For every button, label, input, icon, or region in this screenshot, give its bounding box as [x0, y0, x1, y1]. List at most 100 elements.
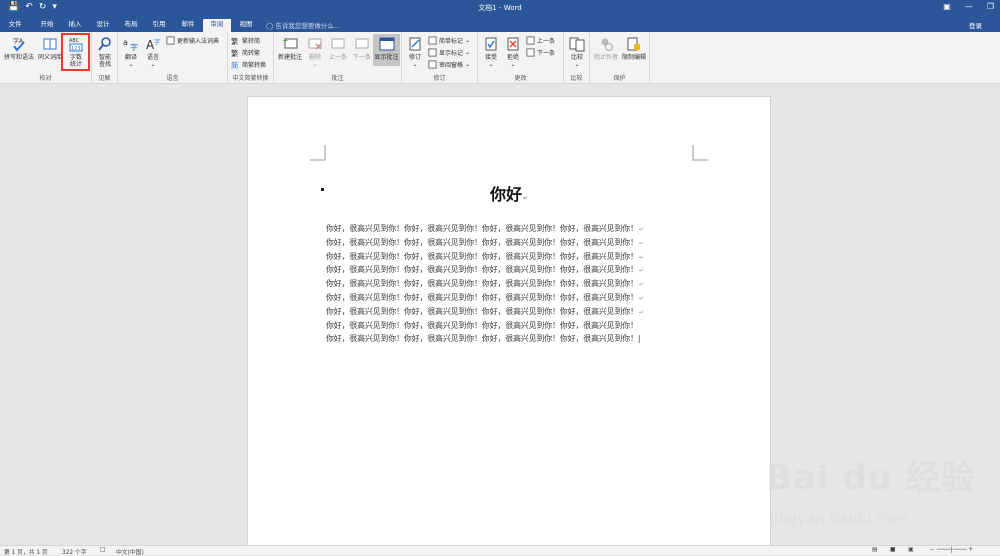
- track-changes-button[interactable]: 修订 ⌄: [404, 36, 426, 68]
- restrict-editing-button[interactable]: 限制编辑: [620, 36, 648, 61]
- reviewing-pane-button[interactable]: 审阅窗格 ⌄: [428, 60, 470, 69]
- title-bar: 💾 ↶ ↻ ▾ 文档1 - Word ▣ — ❐: [0, 0, 1000, 17]
- paragraph-mark: ↵: [638, 253, 644, 261]
- next-change-icon: [526, 48, 535, 57]
- svg-text:繁: 繁: [231, 49, 238, 57]
- document-body[interactable]: 你好，很高兴见到你！你好，很高兴见到你！你好，很高兴见到你！你好，很高兴见到你！…: [326, 223, 644, 347]
- previous-comment-button[interactable]: 上一条: [326, 36, 350, 61]
- minimize-icon[interactable]: —: [965, 2, 973, 11]
- text-line-last[interactable]: 你好，很高兴见到你！你好，很高兴见到你！你好，很高兴见到你！你好，很高兴见到你！…: [326, 333, 644, 347]
- smart-lookup-button[interactable]: 智能 查找: [94, 36, 116, 68]
- conversion-button[interactable]: 简 简繁转换: [231, 60, 266, 69]
- text-line[interactable]: 你好，很高兴见到你！你好，很高兴见到你！你好，很高兴见到你！你好，很高兴见到你！…: [326, 264, 644, 278]
- tab-insert[interactable]: 插入: [64, 19, 86, 32]
- tab-references[interactable]: 引用: [148, 19, 170, 32]
- text-line[interactable]: 你好，很高兴见到你！你好，很高兴见到你！你好，很高兴见到你！你好，很高兴见到你！…: [326, 223, 644, 237]
- proofing-status-icon[interactable]: □: [100, 547, 105, 553]
- group-insights: 智能 查找 见解: [92, 32, 118, 84]
- text-line[interactable]: 你好，很高兴见到你！你好，很高兴见到你！你好，很高兴见到你！你好，很高兴见到你！: [326, 320, 644, 334]
- ribbon-tabs: 文件 开始 插入 设计 布局 引用 邮件 审阅 视图 ◯ 告诉我您想要做什么..…: [0, 17, 1000, 32]
- next-comment-icon: [355, 38, 369, 49]
- spellcheck-icon: 字A: [13, 37, 25, 52]
- tab-design[interactable]: 设计: [92, 19, 114, 32]
- group-label-changes: 更改: [514, 75, 527, 82]
- show-markup-button[interactable]: 显示标记 ⌄: [428, 48, 470, 57]
- tab-review[interactable]: 审阅: [203, 19, 231, 32]
- group-label-compare: 比较: [570, 75, 583, 82]
- group-label-protect: 保护: [613, 75, 626, 82]
- text-line-content: 你好，很高兴见到你！你好，很高兴见到你！你好，很高兴见到你！你好，很高兴见到你！: [326, 251, 638, 261]
- text-line[interactable]: 你好，很高兴见到你！你好，很高兴见到你！你好，很高兴见到你！你好，很高兴见到你！…: [326, 237, 644, 251]
- svg-text:+: +: [282, 36, 289, 45]
- markup-icon: [428, 36, 437, 45]
- ribbon: 字A 拼写和语法 同义词库 ABC 123 字数 统计 校对 智能 查找 见解 a…: [0, 32, 1000, 84]
- tab-layout[interactable]: 布局: [120, 19, 142, 32]
- update-ime-dictionary-button[interactable]: 更新输入法词典: [166, 36, 219, 45]
- status-bar: 第 1 页，共 1 页 322 个字 □ 中文(中国) ▤ ■ ▣ − ────…: [0, 545, 1000, 556]
- next-comment-button[interactable]: 下一条: [350, 36, 374, 61]
- tab-view[interactable]: 视图: [235, 19, 257, 32]
- group-label-chinese-conversion: 中文简繁转换: [232, 75, 269, 82]
- zoom-slider[interactable]: − ────|──── +: [930, 547, 990, 553]
- spelling-grammar-button[interactable]: 字A 拼写和语法: [3, 36, 35, 61]
- previous-comment-icon: [331, 38, 345, 49]
- svg-text:a: a: [123, 38, 128, 47]
- delete-comment-button[interactable]: 删除 ⌄: [304, 36, 326, 68]
- print-layout-icon[interactable]: ■: [890, 547, 895, 553]
- svg-text:字: 字: [154, 38, 160, 46]
- show-markup-icon: [428, 48, 437, 57]
- thesaurus-button[interactable]: 同义词库: [36, 36, 64, 61]
- tab-file[interactable]: 文件: [4, 19, 26, 32]
- group-label-proofing: 校对: [39, 75, 52, 82]
- to-simplified-button[interactable]: 繁 繁转简: [231, 36, 260, 45]
- previous-change-icon: [526, 36, 535, 45]
- text-cursor: |: [637, 334, 641, 344]
- accept-button[interactable]: 接受 ⌄: [480, 36, 502, 68]
- previous-change-button[interactable]: 上一条: [526, 36, 555, 45]
- document-page[interactable]: 你好↵ 你好，很高兴见到你！你好，很高兴见到你！你好，很高兴见到你！你好，很高兴…: [247, 96, 771, 555]
- svg-text:简: 简: [231, 61, 238, 69]
- reject-button[interactable]: 拒绝 ⌄: [502, 36, 524, 68]
- group-label-comments: 批注: [331, 75, 344, 82]
- paragraph-mark: ↵: [638, 294, 644, 302]
- text-line[interactable]: 你好，很高兴见到你！你好，很高兴见到你！你好，很高兴见到你！你好，很高兴见到你！…: [326, 292, 644, 306]
- lock-icon: [627, 37, 640, 51]
- track-changes-icon: [409, 37, 421, 51]
- show-comments-button[interactable]: 显示批注: [373, 34, 400, 66]
- web-layout-icon[interactable]: ▣: [908, 547, 913, 553]
- document-heading[interactable]: 你好↵: [490, 181, 528, 205]
- tell-me-search[interactable]: ◯ 告诉我您想要做什么...: [266, 20, 340, 30]
- block-authors-icon: [601, 38, 613, 51]
- paragraph-mark: ↵: [638, 267, 644, 275]
- text-line[interactable]: 你好，很高兴见到你！你好，很高兴见到你！你好，很高兴见到你！你好，很高兴见到你！…: [326, 278, 644, 292]
- group-changes: 接受 ⌄ 拒绝 ⌄ 上一条 下一条 更改: [478, 32, 564, 84]
- translate-button[interactable]: a字 翻译 ⌄: [120, 36, 142, 68]
- text-line[interactable]: 你好，很高兴见到你！你好，很高兴见到你！你好，很高兴见到你！你好，很高兴见到你！…: [326, 251, 644, 265]
- language-button[interactable]: A字 语言 ⌄: [142, 36, 164, 68]
- compare-button[interactable]: 比较 ⌄: [566, 36, 588, 68]
- read-mode-icon[interactable]: ▤: [872, 547, 877, 553]
- baidu-jingyan-watermark: Bai du 经验 jingyan.baidu.com: [766, 450, 986, 540]
- group-chinese-conversion: 繁 繁转简 繁 简转繁 简 简繁转换 中文简繁转换: [228, 32, 274, 84]
- restore-icon[interactable]: ❐: [987, 2, 994, 11]
- tab-mailings[interactable]: 邮件: [177, 19, 199, 32]
- text-line-content: 你好，很高兴见到你！你好，很高兴见到你！你好，很高兴见到你！你好，很高兴见到你！: [326, 279, 638, 289]
- group-label-language: 语言: [166, 75, 179, 82]
- group-comments: + 新建批注 删除 ⌄ 上一条 下一条 显示批注 批注: [274, 32, 402, 84]
- text-line[interactable]: 你好，很高兴见到你！你好，很高兴见到你！你好，很高兴见到你！你好，很高兴见到你！…: [326, 306, 644, 320]
- convert-icon: 简: [231, 61, 238, 69]
- next-change-button[interactable]: 下一条: [526, 48, 555, 57]
- text-line-content: 你好，很高兴见到你！你好，很高兴见到你！你好，很高兴见到你！你好，很高兴见到你！: [326, 224, 638, 233]
- tab-home[interactable]: 开始: [36, 19, 58, 32]
- simple-markup-dropdown[interactable]: 简单标记 ⌄: [428, 36, 470, 45]
- text-line-content: 你好，很高兴见到你！你好，很高兴见到你！你好，很高兴见到你！你好，很高兴见到你！: [326, 292, 638, 302]
- tell-me-placeholder: 告诉我您想要做什么...: [275, 22, 341, 30]
- group-label-tracking: 修订: [433, 75, 446, 82]
- login-link[interactable]: 登录: [969, 20, 982, 30]
- text-line-content: 你好，很高兴见到你！你好，很高兴见到你！你好，很高兴见到你！你好，很高兴见到你！: [326, 320, 638, 330]
- new-comment-button[interactable]: + 新建批注: [276, 36, 304, 61]
- to-traditional-button[interactable]: 繁 简转繁: [231, 48, 260, 57]
- block-authors-button[interactable]: 阻止作者: [592, 36, 620, 61]
- ribbon-display-icon[interactable]: ▣: [943, 2, 951, 11]
- text-line-content: 你好，很高兴见到你！你好，很高兴见到你！你好，很高兴见到你！你好，很高兴见到你！: [326, 334, 638, 344]
